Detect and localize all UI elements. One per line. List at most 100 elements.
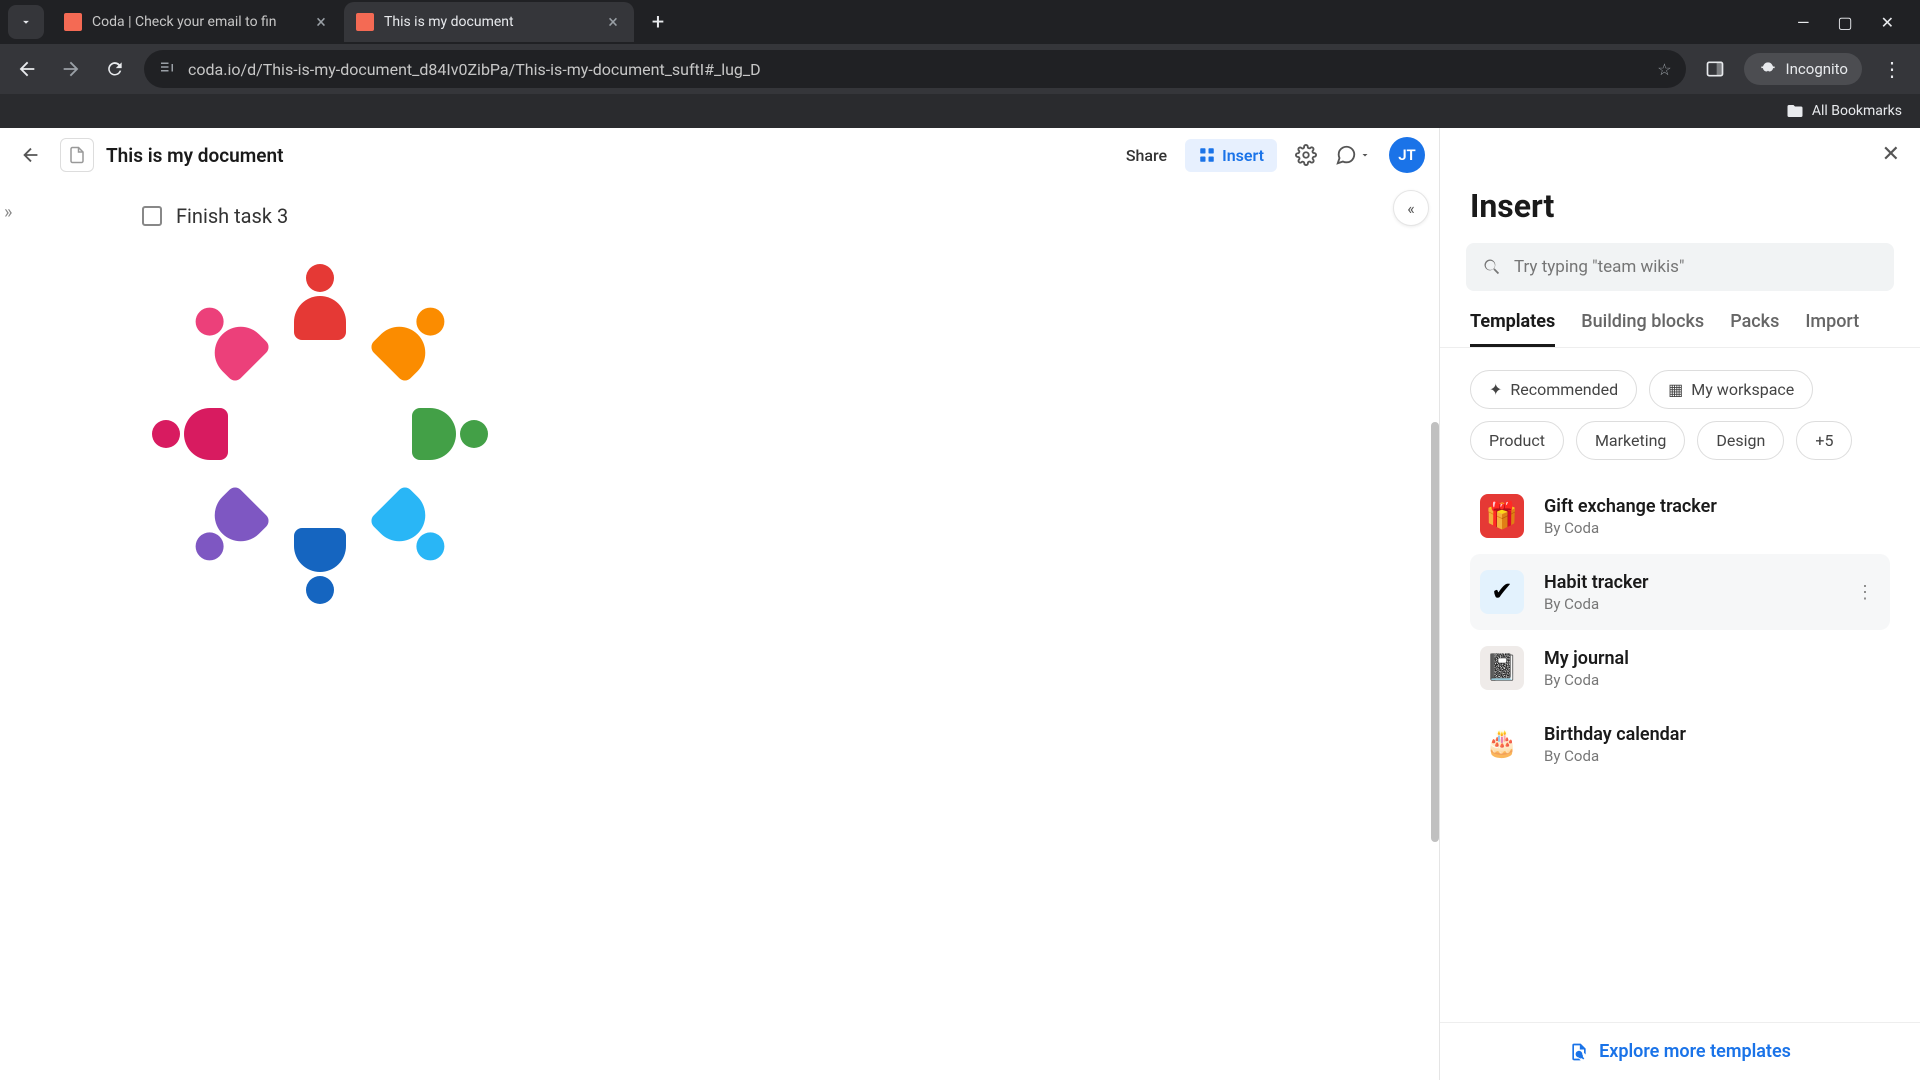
incognito-label: Incognito bbox=[1786, 60, 1848, 78]
insert-label: Insert bbox=[1222, 146, 1264, 165]
tab-bar: Coda | Check your email to fin × This is… bbox=[0, 0, 1920, 44]
template-author: By Coda bbox=[1544, 747, 1880, 765]
task-item[interactable]: Finish task 3 bbox=[142, 204, 1319, 228]
incognito-chip[interactable]: Incognito bbox=[1744, 53, 1862, 85]
grid-plus-icon bbox=[1198, 146, 1216, 164]
url-text: coda.io/d/This-is-my-document_d84Iv0ZibP… bbox=[188, 60, 761, 79]
maximize-button[interactable]: ▢ bbox=[1837, 13, 1852, 32]
chip-my-workspace[interactable]: ▦ My workspace bbox=[1649, 370, 1813, 409]
window-controls: ― ▢ ✕ bbox=[1797, 13, 1912, 32]
people-circle-image bbox=[150, 264, 490, 604]
panel-title: Insert bbox=[1440, 181, 1920, 243]
scrollbar-track bbox=[1431, 182, 1439, 1080]
arrow-right-icon bbox=[60, 58, 82, 80]
checkbox[interactable] bbox=[142, 206, 162, 226]
all-bookmarks-button[interactable]: All Bookmarks bbox=[1786, 102, 1902, 120]
template-title: Birthday calendar bbox=[1544, 724, 1880, 745]
chevron-down-icon bbox=[19, 15, 33, 29]
reload-button[interactable] bbox=[100, 54, 130, 84]
browser-tab-active[interactable]: This is my document × bbox=[344, 2, 634, 42]
star-icon[interactable]: ☆ bbox=[1657, 60, 1671, 79]
tab-packs[interactable]: Packs bbox=[1730, 311, 1779, 347]
template-list[interactable]: 🎁 Gift exchange tracker By Coda ✔ Habit … bbox=[1440, 468, 1920, 1022]
nav-bar: coda.io/d/This-is-my-document_d84Iv0ZibP… bbox=[0, 44, 1920, 94]
coda-favicon-icon bbox=[356, 13, 374, 31]
template-text: Birthday calendar By Coda bbox=[1544, 724, 1880, 765]
template-item[interactable]: 🎂 Birthday calendar By Coda bbox=[1470, 706, 1890, 782]
explore-more-button[interactable]: Explore more templates bbox=[1440, 1022, 1920, 1080]
insert-button[interactable]: Insert bbox=[1185, 139, 1277, 172]
document-area: This is my document Share Insert JT » « bbox=[0, 128, 1440, 1080]
workspace-icon: ▦ bbox=[1668, 380, 1683, 399]
browser-tab-inactive[interactable]: Coda | Check your email to fin × bbox=[52, 2, 342, 42]
arrow-left-icon bbox=[16, 58, 38, 80]
search-icon bbox=[1482, 257, 1502, 277]
more-icon[interactable]: ⋮ bbox=[1850, 582, 1880, 603]
explore-label: Explore more templates bbox=[1599, 1041, 1791, 1062]
close-icon[interactable]: × bbox=[604, 13, 622, 31]
chip-marketing[interactable]: Marketing bbox=[1576, 421, 1685, 460]
page-title[interactable]: This is my document bbox=[106, 144, 284, 167]
tab-building-blocks[interactable]: Building blocks bbox=[1581, 311, 1704, 347]
browser-chrome: Coda | Check your email to fin × This is… bbox=[0, 0, 1920, 128]
share-button[interactable]: Share bbox=[1126, 146, 1167, 165]
incognito-icon bbox=[1758, 59, 1778, 79]
close-panel-button[interactable]: ✕ bbox=[1862, 128, 1920, 181]
collapse-panel-button[interactable]: « bbox=[1393, 190, 1429, 226]
sparkle-icon: ✦ bbox=[1489, 380, 1502, 399]
doc-back-button[interactable] bbox=[14, 138, 48, 172]
coda-favicon-icon bbox=[64, 13, 82, 31]
search-box[interactable] bbox=[1466, 243, 1894, 291]
minimize-button[interactable]: ― bbox=[1797, 13, 1810, 32]
template-item[interactable]: 🎁 Gift exchange tracker By Coda bbox=[1470, 478, 1890, 554]
scrollbar-thumb[interactable] bbox=[1431, 422, 1439, 842]
tab-import[interactable]: Import bbox=[1805, 311, 1859, 347]
forward-button[interactable] bbox=[56, 54, 86, 84]
template-icon: 🎂 bbox=[1480, 722, 1524, 766]
comment-icon bbox=[1335, 144, 1357, 166]
settings-button[interactable] bbox=[1295, 144, 1317, 166]
comments-button[interactable] bbox=[1335, 144, 1371, 166]
arrow-left-icon bbox=[20, 144, 42, 166]
chip-recommended[interactable]: ✦ Recommended bbox=[1470, 370, 1637, 409]
chip-label: Recommended bbox=[1510, 380, 1618, 399]
chip-product[interactable]: Product bbox=[1470, 421, 1564, 460]
tab-title: Coda | Check your email to fin bbox=[92, 14, 302, 30]
search-input[interactable] bbox=[1514, 257, 1878, 277]
template-title: Gift exchange tracker bbox=[1544, 496, 1880, 517]
close-window-button[interactable]: ✕ bbox=[1881, 13, 1894, 32]
search-doc-icon bbox=[1569, 1042, 1589, 1062]
doc-icon[interactable] bbox=[60, 138, 94, 172]
expand-sidebar-button[interactable]: » bbox=[4, 202, 12, 223]
folder-icon bbox=[1786, 102, 1804, 120]
template-item[interactable]: 📓 My journal By Coda bbox=[1470, 630, 1890, 706]
site-settings-icon[interactable] bbox=[158, 58, 176, 80]
template-title: My journal bbox=[1544, 648, 1880, 669]
page-icon bbox=[68, 146, 86, 164]
close-icon[interactable]: × bbox=[312, 13, 330, 31]
tab-title: This is my document bbox=[384, 14, 594, 30]
template-icon: 📓 bbox=[1480, 646, 1524, 690]
insert-panel: ✕ Insert Templates Building blocks Packs… bbox=[1440, 128, 1920, 1080]
template-item[interactable]: ✔ Habit tracker By Coda ⋮ bbox=[1470, 554, 1890, 630]
search-tabs-button[interactable] bbox=[8, 5, 44, 39]
gear-icon bbox=[1295, 144, 1317, 166]
doc-actions: Share Insert JT bbox=[1126, 137, 1425, 173]
doc-body[interactable]: » « Finish task 3 bbox=[0, 182, 1439, 1080]
side-panel-icon[interactable] bbox=[1700, 54, 1730, 84]
template-icon: 🎁 bbox=[1480, 494, 1524, 538]
browser-menu-button[interactable]: ⋮ bbox=[1876, 57, 1908, 81]
new-tab-button[interactable]: + bbox=[642, 6, 674, 38]
url-bar[interactable]: coda.io/d/This-is-my-document_d84Iv0ZibP… bbox=[144, 50, 1686, 88]
back-button[interactable] bbox=[12, 54, 42, 84]
chevron-down-icon bbox=[1359, 149, 1371, 161]
template-text: Gift exchange tracker By Coda bbox=[1544, 496, 1880, 537]
chip-design[interactable]: Design bbox=[1697, 421, 1784, 460]
avatar[interactable]: JT bbox=[1389, 137, 1425, 173]
chip-more[interactable]: +5 bbox=[1796, 421, 1852, 460]
template-icon: ✔ bbox=[1480, 570, 1524, 614]
template-text: My journal By Coda bbox=[1544, 648, 1880, 689]
tab-templates[interactable]: Templates bbox=[1470, 311, 1555, 347]
doc-header: This is my document Share Insert JT bbox=[0, 128, 1439, 182]
bookmarks-bar: All Bookmarks bbox=[0, 94, 1920, 128]
